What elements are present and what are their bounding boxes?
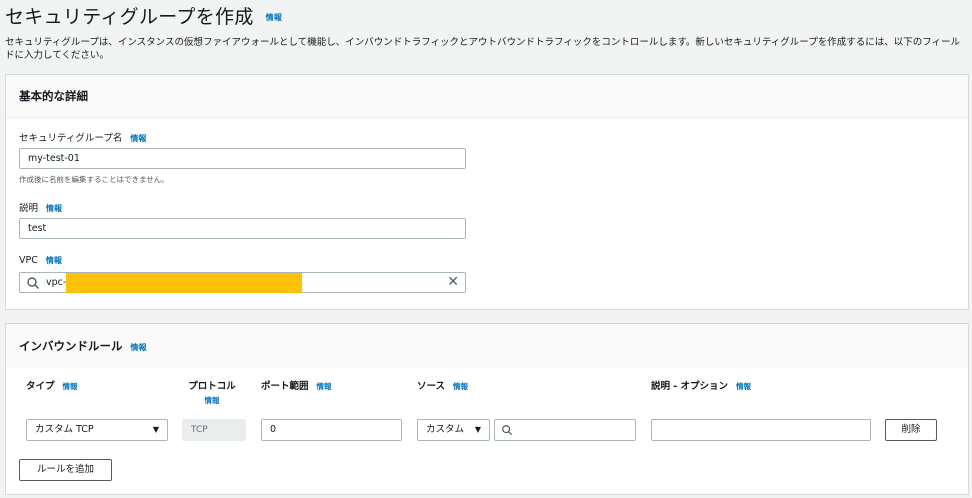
type-select-value: カスタム TCP (35, 424, 94, 435)
search-icon (502, 425, 513, 436)
type-select[interactable]: カスタム TCP ▼ (26, 419, 168, 441)
col-type-header: タイプ 情報 (26, 378, 78, 392)
port-range-input[interactable]: 0 (261, 419, 402, 441)
col-protocol-header: プロトコル 情報 (182, 378, 242, 406)
inbound-rules-panel: インバウンドルール 情報 タイプ 情報 プロトコル 情報 ポート範囲 情報 ソース 情報… (5, 323, 969, 495)
inbound-rules-header: インバウンドルール 情報 (6, 324, 968, 368)
inbound-rules-title: インバウンドルール (19, 339, 123, 353)
col-source-header: ソース 情報 (417, 378, 468, 392)
col-source-info-link[interactable]: 情報 (453, 382, 468, 391)
add-rule-button[interactable]: ルールを追加 (19, 459, 112, 481)
search-icon (27, 276, 39, 289)
col-desc-label: 説明 - オプション (651, 381, 729, 392)
col-type-label: タイプ (26, 381, 55, 392)
caret-down-icon: ▼ (474, 425, 481, 434)
description-label: 説明 情報 (19, 200, 62, 214)
basic-details-header: 基本的な詳細 (6, 75, 968, 118)
sg-name-info-link[interactable]: 情報 (130, 134, 146, 143)
page-info-link[interactable]: 情報 (266, 13, 283, 22)
clear-icon[interactable]: ✕ (447, 273, 459, 292)
source-search-input[interactable] (494, 419, 636, 441)
page-title: セキュリティグループを作成 情報 (5, 2, 282, 29)
sg-name-hint: 作成後に名前を編集することはできません。 (19, 175, 169, 184)
caret-down-icon: ▼ (152, 425, 159, 434)
protocol-field: TCP (182, 419, 246, 441)
description-input[interactable]: test (19, 218, 466, 239)
redacted-vpc-id (66, 272, 303, 293)
col-desc-info-link[interactable]: 情報 (736, 382, 751, 391)
col-source-label: ソース (417, 381, 446, 392)
col-port-header: ポート範囲 情報 (261, 378, 332, 392)
vpc-select[interactable]: vpc- ✕ (19, 272, 466, 293)
col-protocol-info-link[interactable]: 情報 (182, 395, 242, 406)
description-label-text: 説明 (19, 203, 39, 214)
col-port-label: ポート範囲 (261, 381, 309, 392)
col-protocol-label: プロトコル (188, 381, 236, 392)
source-type-select[interactable]: カスタム ▼ (417, 419, 490, 441)
sg-name-label-text: セキュリティグループ名 (19, 133, 123, 144)
col-desc-header: 説明 - オプション 情報 (651, 378, 751, 392)
sg-name-input[interactable]: my-test-01 (19, 148, 466, 169)
vpc-info-link[interactable]: 情報 (46, 256, 62, 265)
inbound-info-link[interactable]: 情報 (131, 343, 147, 352)
delete-rule-button[interactable]: 削除 (885, 419, 937, 441)
rule-description-input[interactable] (651, 419, 871, 441)
page-description: セキュリティグループは、インスタンスの仮想ファイアウォールとして機能し、インバウ… (5, 37, 961, 61)
description-info-link[interactable]: 情報 (46, 204, 62, 213)
sg-name-label: セキュリティグループ名 情報 (19, 130, 146, 144)
vpc-label: VPC 情報 (19, 255, 62, 266)
vpc-label-text: VPC (19, 255, 38, 266)
col-type-info-link[interactable]: 情報 (63, 382, 78, 391)
page-title-text: セキュリティグループを作成 (5, 6, 254, 28)
basic-details-panel: 基本的な詳細 セキュリティグループ名 情報 my-test-01 作成後に名前を編… (5, 74, 969, 310)
vpc-value: vpc- (46, 277, 67, 288)
source-type-value: カスタム (426, 424, 465, 435)
col-port-info-link[interactable]: 情報 (317, 382, 332, 391)
